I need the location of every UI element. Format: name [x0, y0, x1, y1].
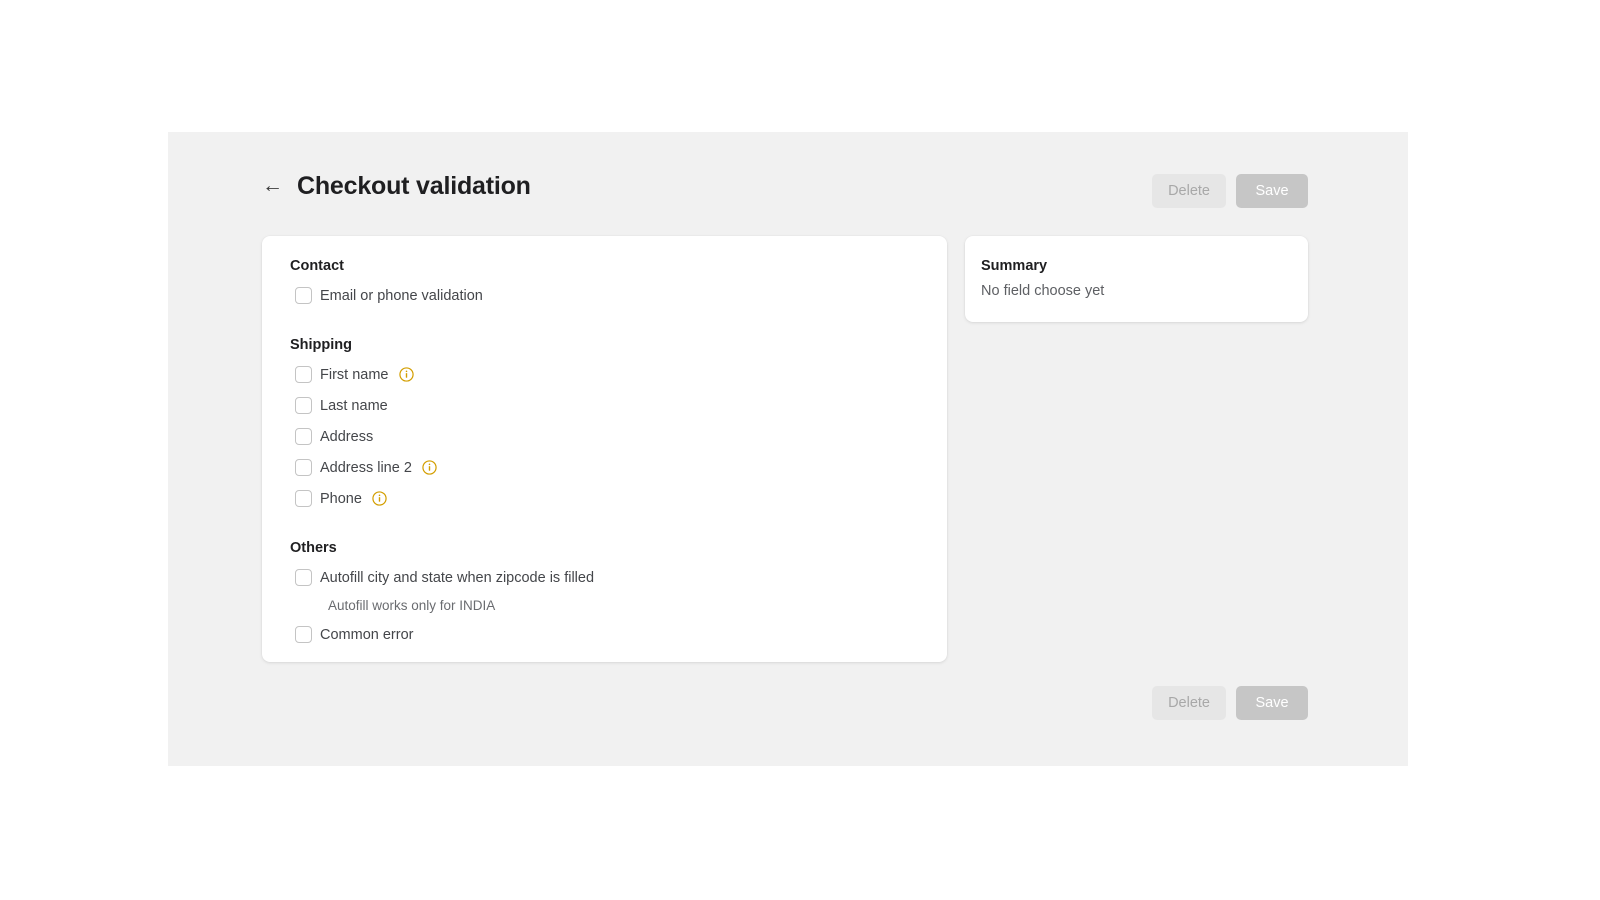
field-section: Others Autofill city and state when zipco… [290, 540, 919, 650]
section-rows: First name Last name Address Address line 2… [295, 359, 919, 514]
checkbox-input[interactable] [295, 569, 312, 586]
delete-button-bottom[interactable]: Delete [1152, 686, 1226, 720]
checkbox-input[interactable] [295, 626, 312, 643]
checkbox-row[interactable]: Address line 2 [295, 452, 919, 483]
page-title: Checkout validation [297, 172, 531, 201]
info-icon[interactable] [372, 491, 387, 506]
section-title: Others [290, 540, 919, 556]
field-section: Shipping First name Last name Address Addres… [290, 337, 919, 514]
checkbox-label: Address line 2 [320, 460, 412, 476]
info-icon[interactable] [399, 367, 414, 382]
section-title: Shipping [290, 337, 919, 353]
summary-card: Summary No field choose yet [965, 236, 1308, 322]
checkbox-label: Autofill city and state when zipcode is … [320, 570, 594, 586]
sections-list: Contact Email or phone validation Shipping… [290, 258, 919, 650]
checkbox-label: Phone [320, 491, 362, 507]
checkbox-label: Last name [320, 398, 388, 414]
info-icon[interactable] [422, 460, 437, 475]
checkbox-label: First name [320, 367, 389, 383]
section-rows: Autofill city and state when zipcode is … [295, 562, 919, 650]
checkbox-input[interactable] [295, 287, 312, 304]
checkbox-row[interactable]: First name [295, 359, 919, 390]
page-header: ← Checkout validation Delete Save [168, 132, 1408, 250]
header-action-buttons: Delete Save [1152, 174, 1308, 208]
checkbox-label: Email or phone validation [320, 288, 483, 304]
checkbox-row[interactable]: Autofill city and state when zipcode is … [295, 562, 919, 593]
save-button-bottom[interactable]: Save [1236, 686, 1308, 720]
fields-card: Contact Email or phone validation Shipping… [262, 236, 947, 662]
checkbox-input[interactable] [295, 490, 312, 507]
save-button-top[interactable]: Save [1236, 174, 1308, 208]
checkbox-input[interactable] [295, 397, 312, 414]
section-rows: Email or phone validation [295, 280, 919, 311]
section-title: Contact [290, 258, 919, 274]
arrow-left-icon[interactable]: ← [262, 175, 283, 199]
delete-button-top[interactable]: Delete [1152, 174, 1226, 208]
checkbox-label: Common error [320, 627, 413, 643]
checkbox-row[interactable]: Email or phone validation [295, 280, 919, 311]
checkbox-label: Address [320, 429, 373, 445]
checkbox-row[interactable]: Last name [295, 390, 919, 421]
checkbox-input[interactable] [295, 366, 312, 383]
title-group: ← Checkout validation [262, 172, 531, 201]
helper-text: Autofill works only for INDIA [328, 593, 919, 619]
summary-empty-text: No field choose yet [981, 283, 1308, 299]
footer-action-buttons: Delete Save [1152, 686, 1308, 720]
field-section: Contact Email or phone validation [290, 258, 919, 311]
checkbox-row[interactable]: Phone [295, 483, 919, 514]
checkbox-row[interactable]: Common error [295, 619, 919, 650]
checkbox-input[interactable] [295, 459, 312, 476]
page-shell: ← Checkout validation Delete Save Contac… [168, 132, 1408, 766]
summary-title: Summary [981, 258, 1308, 274]
checkbox-input[interactable] [295, 428, 312, 445]
checkbox-row[interactable]: Address [295, 421, 919, 452]
